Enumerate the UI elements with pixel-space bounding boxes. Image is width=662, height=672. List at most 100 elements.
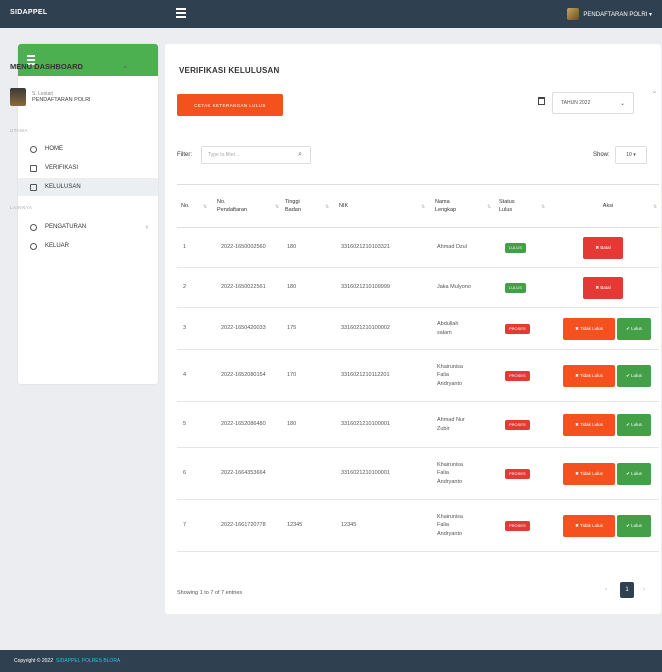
sidebar-item-label: PENGATURAN [45, 224, 87, 230]
status-badge: PROSES [505, 419, 530, 430]
filter-input[interactable]: Type to filter... ⌕ [201, 146, 311, 164]
cell-nik: 3316021210109999 [341, 284, 390, 291]
user-menu[interactable]: PENDAFTARAN POLRI ▾ [567, 8, 652, 20]
sidebar-item-label: VERIFIKASI [45, 165, 79, 171]
cell-no: 3 [183, 325, 187, 332]
search-icon: ⌕ [298, 151, 302, 158]
profile-role: PENDAFTARAN POLRI [32, 97, 91, 103]
sidebar-header [18, 44, 158, 76]
sidebar-item-pengaturan[interactable]: PENGATURAN › [18, 218, 158, 236]
cell-nama-lengkap: Ahmad Nur Zubir [437, 417, 465, 432]
cell-no: 6 [183, 470, 187, 477]
tidak-lulus-button[interactable]: ✖ Tidak Lulus [563, 514, 615, 537]
lulus-button[interactable]: ✔ Lulus [617, 462, 651, 485]
sidebar-item-label: KELUAR [45, 243, 70, 249]
cell-nik: 12345 [341, 522, 357, 529]
cell-no: 7 [183, 522, 187, 529]
document-icon [30, 164, 37, 172]
year-select[interactable]: TAHUN 2022 ⌄ [552, 92, 634, 114]
column-header-no[interactable]: No. ⇅ [181, 185, 211, 229]
tidak-lulus-button[interactable]: ✖ Tidak Lulus [563, 413, 615, 436]
chevron-right-icon: › [145, 223, 148, 231]
brand-logo-text[interactable]: SIDAPPEL [10, 9, 47, 16]
print-certificate-button[interactable]: CETAK KETERANGAN LULUS [177, 94, 283, 116]
cell-no-pendaftaran: 2022-1664353664 [221, 470, 266, 477]
table-header: No. ⇅ No. Pendaftaran ⇅ Tinggi Badan ⇅ NIK ⇅… [177, 184, 659, 228]
top-navbar: SIDAPPEL PENDAFTARAN POLRI ▾ [0, 0, 662, 28]
profile-avatar [10, 88, 26, 106]
section-label-lainnya: LAINNYA [10, 205, 33, 210]
cell-no-pendaftaran: 2022-1650002560 [221, 244, 266, 251]
lulus-button[interactable]: ✔ Lulus [617, 514, 651, 537]
user-avatar [567, 8, 580, 20]
column-header-tinggi-badan[interactable]: Tinggi Badan ⇅ [285, 185, 333, 229]
cell-nik: 3316021210100001 [341, 470, 390, 477]
cell-tinggi-badan: 175 [287, 325, 297, 332]
tidak-lulus-button[interactable]: ✖ Tidak Lulus [563, 317, 615, 340]
pagination-current-page[interactable]: 1 [620, 582, 634, 598]
column-header-nik[interactable]: NIK ⇅ [339, 185, 431, 229]
filter-placeholder: Type to filter... [208, 152, 240, 158]
cell-nama-lengkap: Jaka Mulyono [437, 284, 471, 291]
table-row: 3 2022-1650420033 175 3316021210100002 A… [177, 308, 659, 350]
cell-no: 5 [183, 421, 187, 428]
cell-nama-lengkap: Khairunisa Falia Andryanto [437, 514, 463, 537]
cell-nama-lengkap: Khairunisa Falia Andryanto [437, 364, 463, 387]
status-badge: PROSES [505, 370, 530, 381]
tidak-lulus-button[interactable]: ✖ Tidak Lulus [563, 462, 615, 485]
page-size-select[interactable]: 10 ▾ [615, 146, 647, 164]
section-label-utama: UTAMA [10, 128, 28, 133]
year-select-value: TAHUN 2022 [561, 100, 591, 106]
tidak-lulus-button[interactable]: ✖ Tidak Lulus [563, 364, 615, 387]
cell-nik: 3316021210100001 [341, 421, 390, 428]
table-row: 7 2022-1661720778 12345 12345 Khairunisa… [177, 500, 659, 552]
column-header-nama-lengkap[interactable]: Nama Lengkap ⇅ [435, 185, 495, 229]
table-row: 5 2022-1652086480 180 3316021210100001 A… [177, 402, 659, 448]
cell-nama-lengkap: Khairunisa Falia Andryanto [437, 462, 463, 485]
cell-no-pendaftaran: 2022-1652080154 [221, 372, 266, 379]
cell-no: 2 [183, 284, 187, 291]
cell-tinggi-badan: 170 [287, 372, 297, 379]
pagination-next[interactable]: › [643, 586, 645, 593]
gear-icon [30, 223, 37, 231]
batal-button[interactable]: ✖ Batal [583, 236, 623, 259]
sidebar-item-keluar[interactable]: KELUAR [18, 237, 158, 255]
column-header-status-lulus[interactable]: Status Lulus ⇅ [499, 185, 549, 229]
status-badge: LULUS [505, 282, 526, 293]
sidebar-item-kelulusan[interactable]: KELULUSAN [18, 178, 158, 196]
pagination-prev[interactable]: ‹ [605, 586, 607, 593]
filter-label: Filter: [177, 152, 192, 158]
column-header-aksi[interactable]: Aksi ⇅ [557, 185, 659, 229]
lulus-button[interactable]: ✔ Lulus [617, 413, 651, 436]
lulus-button[interactable]: ✔ Lulus [617, 317, 651, 340]
page-title: VERIFIKASI KELULUSAN [179, 66, 280, 75]
chevron-down-icon[interactable]: ⌄ [122, 61, 129, 70]
menu-dashboard-title: MENU DASHBOARD [10, 62, 83, 71]
cell-nama-lengkap: Abdullah salam [437, 321, 459, 336]
table-info: Showing 1 to 7 of 7 entries [177, 590, 243, 596]
home-icon [30, 145, 37, 153]
batal-button[interactable]: ✖ Batal [583, 276, 623, 299]
table-row: 6 2022-1664353664 3316021210100001 Khair… [177, 448, 659, 500]
user-menu-label: PENDAFTARAN POLRI ▾ [583, 11, 652, 18]
sidebar-item-home[interactable]: HOME [18, 140, 158, 158]
sidebar-profile: S. Lestari PENDAFTARAN POLRI [10, 88, 91, 106]
cell-no: 4 [183, 372, 187, 379]
show-label: Show: [593, 152, 610, 158]
footer-copyright: Copyright © 2022 [14, 658, 53, 664]
cell-tinggi-badan: 180 [287, 421, 297, 428]
cell-nama-lengkap: Ahmad Dzul [437, 244, 467, 251]
sidebar-item-verifikasi[interactable]: VERIFIKASI [18, 159, 158, 177]
table-row: 1 2022-1650002560 180 3316021210103321 A… [177, 228, 659, 268]
calendar-icon [538, 97, 545, 105]
column-header-no-pendaftaran[interactable]: No. Pendaftaran ⇅ [217, 185, 281, 229]
chevron-down-icon: ⌄ [619, 101, 625, 107]
footer-link[interactable]: SIDAPPEL POLRES BLORA [56, 658, 120, 664]
lulus-button[interactable]: ✔ Lulus [617, 364, 651, 387]
sidebar-item-label: KELULUSAN [45, 184, 81, 190]
status-badge: LULUS [505, 242, 526, 253]
status-badge: PROSES [505, 468, 530, 479]
scroll-indicator-icon[interactable]: ⌄ [652, 88, 657, 95]
page-footer: Copyright © 2022 SIDAPPEL POLRES BLORA [0, 650, 662, 672]
hamburger-icon[interactable] [176, 8, 186, 18]
